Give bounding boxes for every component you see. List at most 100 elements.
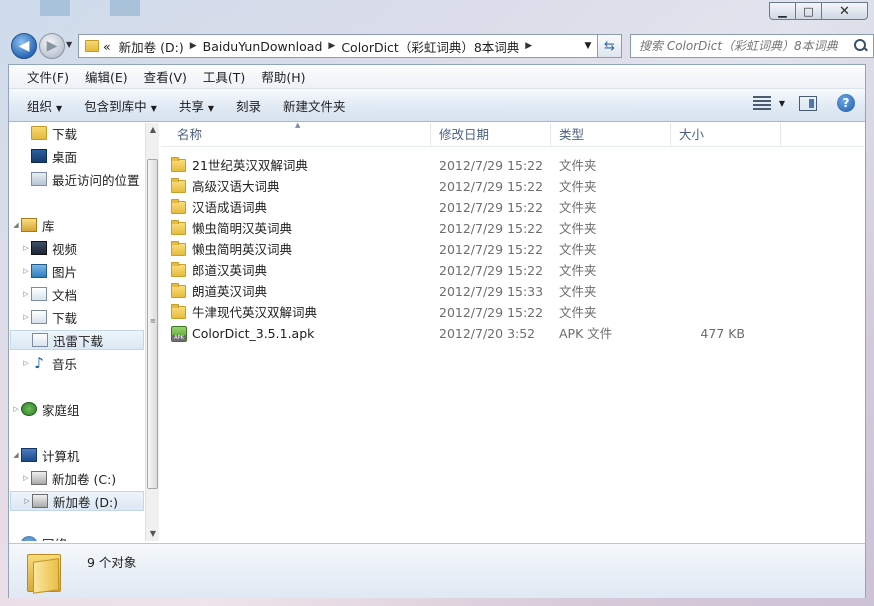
file-size (679, 197, 745, 218)
search-input[interactable] (639, 39, 839, 53)
breadcrumb-segment-drive[interactable]: 新加卷 (D:) (115, 37, 188, 56)
refresh-button[interactable]: ⇆ (598, 34, 622, 58)
folder-icon (171, 241, 186, 256)
file-row[interactable]: 郎道汉英词典 2012/7/29 15:22 文件夹 (171, 260, 771, 281)
nav-item-drive-d[interactable]: ▷ 新加卷 (D:) (10, 491, 144, 511)
collapse-arrow-icon[interactable]: ▷ (11, 405, 21, 413)
file-date: 2012/7/29 15:22 (439, 221, 544, 236)
new-folder-button[interactable]: 新建文件夹 (275, 96, 354, 115)
nav-item-label: 视频 (52, 241, 78, 257)
nav-item-label: 家庭组 (42, 402, 80, 418)
file-row[interactable]: 懒虫简明汉英词典 2012/7/29 15:22 文件夹 (171, 218, 771, 239)
nav-item-label: 图片 (52, 264, 78, 280)
menu-edit[interactable]: 编辑(E) (77, 67, 136, 86)
forward-button[interactable]: ▶ (39, 33, 65, 59)
column-header-type[interactable]: 类型 (551, 123, 671, 147)
collapse-arrow-icon[interactable]: ▷ (21, 290, 31, 298)
file-row[interactable]: 高级汉语大词典 2012/7/29 15:22 文件夹 (171, 176, 771, 197)
help-icon[interactable]: ? (837, 94, 855, 112)
preview-pane-icon[interactable] (799, 95, 817, 111)
scroll-down-icon[interactable]: ▼ (146, 527, 160, 541)
minimize-button[interactable]: ▁ (769, 2, 796, 20)
menu-help[interactable]: 帮助(H) (253, 67, 313, 86)
nav-pane-scrollbar[interactable]: ▲ ≡ ▼ (145, 123, 159, 541)
back-button[interactable]: ◀ (11, 33, 37, 59)
file-row[interactable]: 朗道英汉词典 2012/7/29 15:33 文件夹 (171, 281, 771, 302)
file-name: 懒虫简明英汉词典 (192, 242, 293, 257)
search-box[interactable] (630, 34, 874, 58)
menu-view[interactable]: 查看(V) (136, 67, 195, 86)
nav-item-pictures[interactable]: ▷ 图片 (21, 261, 77, 281)
collapse-arrow-icon[interactable]: ▷ (21, 313, 31, 321)
nav-item-desktop[interactable]: 桌面 (31, 146, 77, 166)
maximize-button[interactable]: □ (796, 2, 822, 20)
file-date: 2012/7/20 3:52 (439, 326, 536, 341)
file-type: 文件夹 (559, 284, 597, 299)
homegroup-icon (21, 402, 37, 416)
file-date: 2012/7/29 15:22 (439, 242, 544, 257)
file-row[interactable]: 懒虫简明英汉词典 2012/7/29 15:22 文件夹 (171, 239, 771, 260)
breadcrumb-overflow[interactable]: « (99, 39, 115, 54)
nav-item-recent[interactable]: 最近访问的位置 (31, 169, 140, 189)
chevron-right-icon[interactable]: ▶ (188, 41, 199, 51)
videos-icon (31, 241, 47, 255)
nav-item-homegroup[interactable]: ▷ 家庭组 (11, 399, 80, 419)
file-size (679, 218, 745, 239)
nav-item-libraries[interactable]: ◢ 库 (11, 215, 55, 235)
collapse-arrow-icon[interactable]: ▷ (21, 244, 31, 252)
file-row[interactable]: 汉语成语词典 2012/7/29 15:22 文件夹 (171, 197, 771, 218)
file-date: 2012/7/29 15:22 (439, 305, 544, 320)
nav-item-downloads[interactable]: 下载 (31, 123, 77, 143)
organize-button[interactable]: 组织 ▼ (19, 96, 70, 115)
scroll-up-icon[interactable]: ▲ (146, 123, 160, 137)
collapse-arrow-icon[interactable]: ▷ (21, 267, 31, 275)
nav-item-videos[interactable]: ▷ 视频 (21, 238, 77, 258)
file-name: 高级汉语大词典 (192, 179, 280, 194)
file-row[interactable]: ColorDict_3.5.1.apk 2012/7/20 3:52 APK 文… (171, 323, 771, 344)
menu-tools[interactable]: 工具(T) (195, 67, 253, 86)
file-date: 2012/7/29 15:22 (439, 158, 544, 173)
views-dropdown[interactable]: ▼ (779, 99, 785, 108)
nav-item-computer[interactable]: ◢ 计算机 (11, 445, 80, 465)
folder-icon (171, 262, 186, 277)
address-history-dropdown[interactable]: ▼ (579, 41, 597, 51)
share-button[interactable]: 共享 ▼ (171, 96, 222, 115)
views-icon[interactable] (752, 96, 771, 110)
column-header-name[interactable]: 名称 (169, 123, 431, 147)
chevron-right-icon[interactable]: ▶ (523, 41, 534, 51)
breadcrumb-segment-colordict[interactable]: ColorDict（彩虹词典）8本词典 (337, 37, 523, 56)
refresh-icon: ⇆ (604, 38, 615, 54)
collapse-arrow-icon[interactable]: ▷ (21, 359, 31, 367)
expand-arrow-icon[interactable]: ◢ (11, 451, 21, 459)
nav-item-music[interactable]: ▷ ♪ 音乐 (21, 353, 77, 373)
nav-item-thunder-downloads[interactable]: 迅雷下载 (10, 330, 144, 350)
address-bar[interactable]: « 新加卷 (D:) ▶ BaiduYunDownload ▶ ColorDic… (78, 34, 598, 58)
burn-button[interactable]: 刻录 (228, 96, 269, 115)
column-header-date[interactable]: 修改日期 (431, 123, 551, 147)
minimize-icon: ▁ (778, 4, 787, 18)
drive-c-icon (31, 471, 47, 485)
expand-arrow-icon[interactable]: ◢ (11, 221, 21, 229)
nav-item-drive-c[interactable]: ▷ 新加卷 (C:) (21, 468, 116, 488)
scrollbar-thumb[interactable]: ≡ (147, 159, 158, 489)
search-icon[interactable] (854, 39, 868, 53)
item-count: 9 个对象 (87, 555, 137, 570)
drive-d-icon (32, 494, 48, 508)
file-type: 文件夹 (559, 221, 597, 236)
file-row[interactable]: 牛津现代英汉双解词典 2012/7/29 15:22 文件夹 (171, 302, 771, 323)
nav-item-documents[interactable]: ▷ 文档 (21, 284, 77, 304)
menu-file[interactable]: 文件(F) (19, 67, 77, 86)
column-header-size[interactable]: 大小 (671, 123, 781, 147)
collapse-arrow-icon[interactable]: ▷ (21, 474, 31, 482)
nav-item-label: 网络 (42, 534, 67, 542)
nav-item-lib-downloads[interactable]: ▷ 下载 (21, 307, 77, 327)
nav-item-label: 音乐 (52, 356, 78, 372)
chevron-right-icon[interactable]: ▶ (326, 41, 337, 51)
recent-pages-dropdown[interactable]: ▼ (66, 40, 72, 49)
file-row[interactable]: 21世纪英汉双解词典 2012/7/29 15:22 文件夹 (171, 155, 771, 176)
nav-item-network[interactable]: 网络 (21, 533, 67, 541)
include-in-library-button[interactable]: 包含到库中 ▼ (76, 96, 165, 115)
collapse-arrow-icon[interactable]: ▷ (22, 497, 32, 505)
breadcrumb-segment-baiduyun[interactable]: BaiduYunDownload (199, 39, 327, 54)
close-button[interactable]: ✕ (822, 2, 868, 20)
